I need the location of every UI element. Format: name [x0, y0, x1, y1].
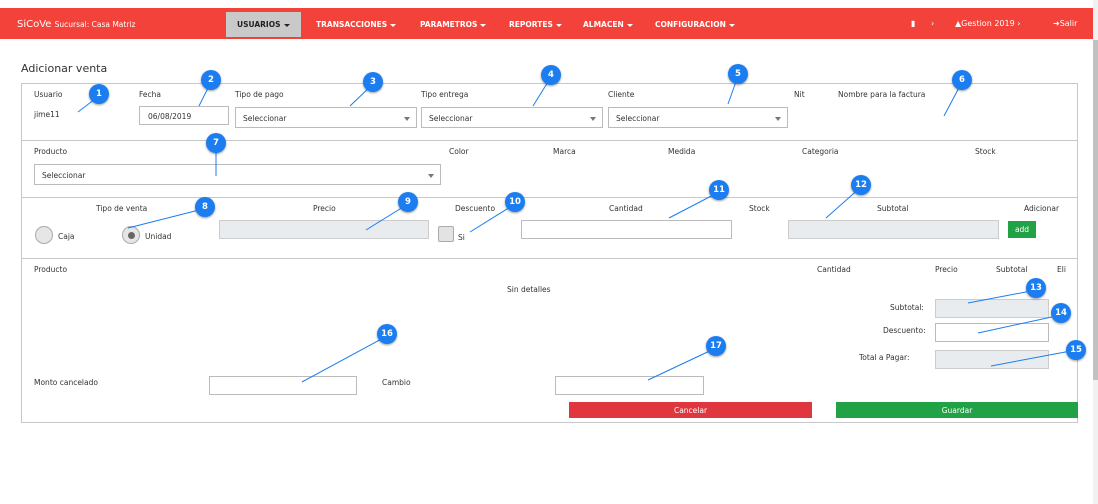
annotation-badge-12: 12 — [851, 175, 871, 195]
annotation-badge-15: 15 — [1066, 340, 1086, 360]
annotation-badge-11: 11 — [709, 180, 729, 200]
scrollbar-thumb[interactable] — [1093, 40, 1098, 380]
annotation-badge-7: 7 — [206, 133, 226, 153]
annotation-badge-16: 16 — [377, 324, 397, 344]
annotation-badge-2: 2 — [201, 70, 221, 90]
annotation-badge-14: 14 — [1051, 303, 1071, 323]
annotation-badge-5: 5 — [728, 64, 748, 84]
annotation-badge-8: 8 — [195, 197, 215, 217]
annotation-badge-1: 1 — [89, 84, 109, 104]
annotation-badge-13: 13 — [1026, 278, 1046, 298]
annotation-badge-3: 3 — [363, 72, 383, 92]
annotation-badge-6: 6 — [952, 70, 972, 90]
annotation-badge-4: 4 — [541, 65, 561, 85]
annotation-badge-9: 9 — [398, 192, 418, 212]
annotation-badge-10: 10 — [505, 192, 525, 212]
annotation-badge-17: 17 — [706, 336, 726, 356]
